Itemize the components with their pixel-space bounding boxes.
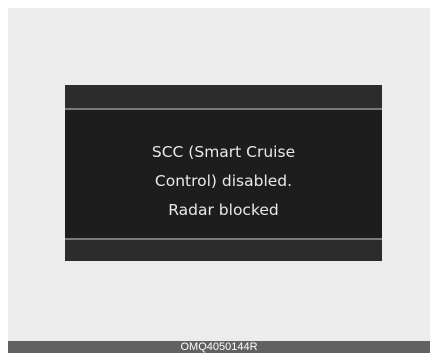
figure-code: OMQ4050144R (180, 341, 258, 353)
display-message-area: SCC (Smart Cruise Control) disabled. Rad… (65, 110, 382, 238)
warning-message-line-3: Radar blocked (168, 201, 279, 219)
warning-message-line-1: SCC (Smart Cruise (151, 143, 296, 161)
display-bottom-bar (65, 240, 382, 261)
warning-message-line-2: Control) disabled. (154, 172, 293, 190)
warning-message: SCC (Smart Cruise Control) disabled. Rad… (65, 138, 382, 225)
cluster-display: SCC (Smart Cruise Control) disabled. Rad… (65, 85, 382, 261)
figure-caption-bar: OMQ4050144R (8, 341, 430, 353)
illustration-frame: SCC (Smart Cruise Control) disabled. Rad… (8, 8, 430, 341)
display-top-bar (65, 85, 382, 108)
